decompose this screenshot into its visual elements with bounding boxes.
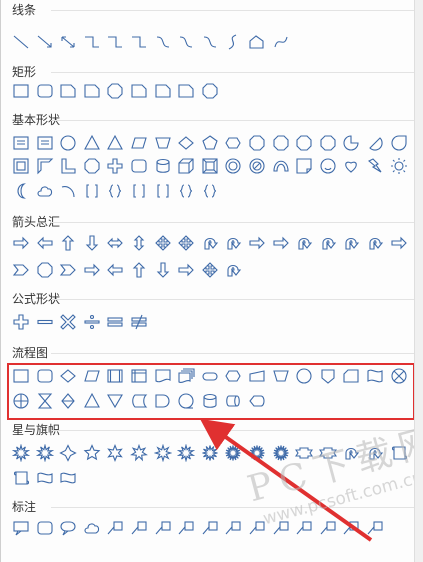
watermark: PC下载网 www.pcsoft.com.cn [233, 419, 423, 558]
scrollbar-track[interactable] [414, 0, 423, 562]
shape-gallery-panel: 线条 矩形 基本形状 箭头总汇 公式形状 流程图 星与旗帜 标注 PC下载网 www.pcso… [0, 0, 423, 562]
